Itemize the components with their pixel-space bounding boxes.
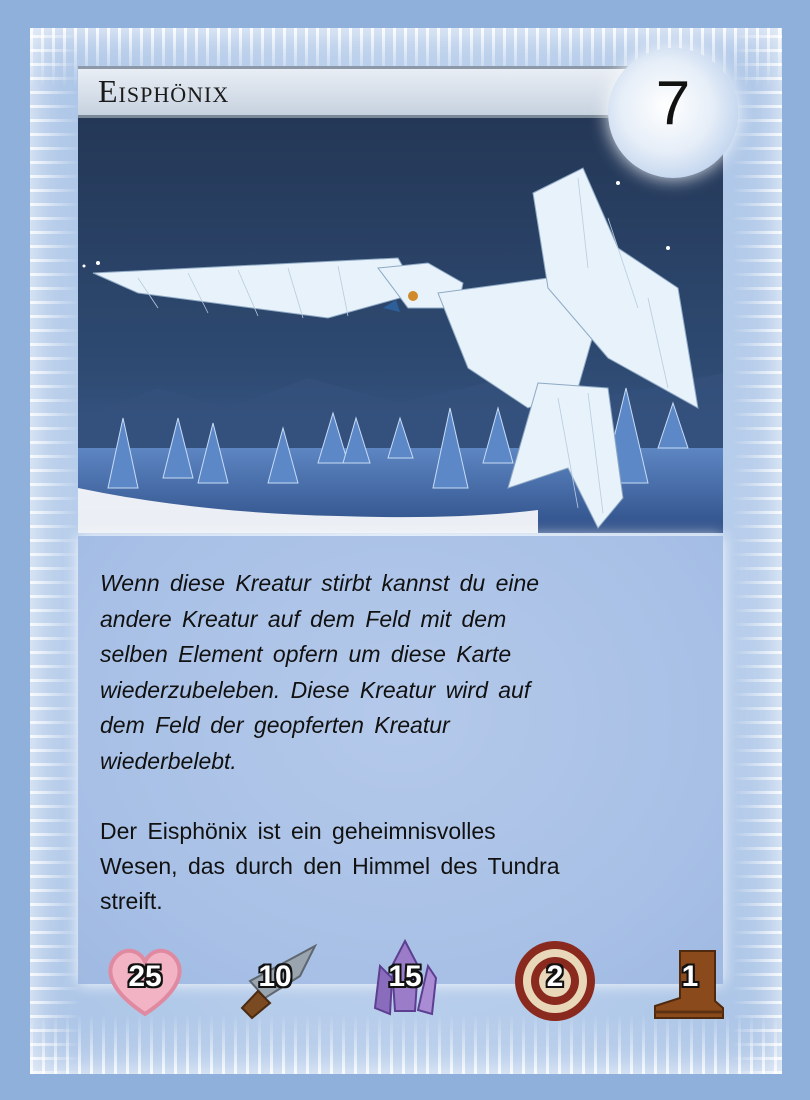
health-stat: 25 xyxy=(100,936,190,1026)
ability-line: wiederzubeleben. Diese Kreatur wird auf xyxy=(100,676,531,703)
movement-value: 1 xyxy=(681,960,699,993)
range-value: 2 xyxy=(546,960,564,993)
frost-border-left xyxy=(30,28,80,1074)
card-text-panel: Wenn diese Kreatur stirbt kannst du eine… xyxy=(78,536,723,984)
flavor-line: Wesen, das durch den Himmel des Tundra xyxy=(100,853,560,879)
mana-cost: 7 xyxy=(655,69,691,138)
crystal-value: 15 xyxy=(388,960,422,993)
ability-line: selben Element opfern um diese Karte xyxy=(100,641,512,667)
crystal-stat: 15 xyxy=(360,936,450,1026)
health-value: 25 xyxy=(128,960,162,993)
cost-orb: 7 xyxy=(608,48,738,178)
frost-border-right xyxy=(732,28,782,1074)
stats-row: 25 10 15 2 1 xyxy=(90,936,730,1026)
flavor-line: Der Eisphönix ist ein geheimnisvolles xyxy=(100,818,496,844)
ability-line: Wenn diese Kreatur stirbt kannst du eine xyxy=(100,570,540,596)
ability-line: wiederbelebt. xyxy=(100,747,237,774)
flavor-line: streift. xyxy=(100,888,163,914)
ability-text: Wenn diese Kreatur stirbt kannst du eine… xyxy=(100,566,700,779)
flavor-text: Der Eisphönix ist ein geheimnisvolles We… xyxy=(100,814,700,919)
game-card[interactable]: Eisphönix 7 Wenn diese Kreatur stirbt ka… xyxy=(30,28,782,1074)
ice-phoenix-illustration xyxy=(78,118,723,533)
card-artwork xyxy=(78,118,723,533)
movement-stat: 1 xyxy=(645,936,735,1026)
range-stat: 2 xyxy=(510,936,600,1026)
title-bar: Eisphönix xyxy=(78,66,638,118)
ability-line: andere Kreatur auf dem Feld mit dem xyxy=(100,605,507,632)
attack-stat: 10 xyxy=(230,936,320,1026)
card-title: Eisphönix xyxy=(98,73,230,109)
ability-line: dem Feld der geopferten Kreatur xyxy=(100,712,450,738)
attack-value: 10 xyxy=(258,960,292,993)
